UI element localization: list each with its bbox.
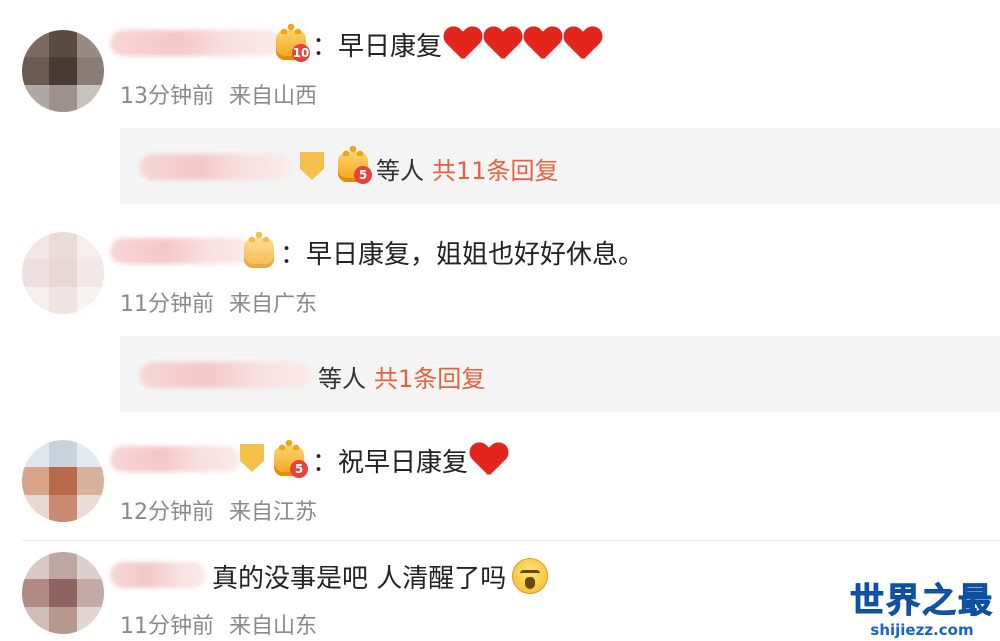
member-crown-icon: 5: [338, 146, 372, 184]
reply-summary-text: 等人 共1条回复: [318, 356, 485, 396]
watermark-title: 世界之最: [850, 581, 994, 622]
reply-who: 等人: [318, 364, 366, 393]
comment-text-body: 真的没事是吧 人清醒了吗: [212, 563, 507, 594]
member-crown-icon: 5: [274, 440, 308, 478]
comment-text-body: ：早日康复，姐姐也好好休息。: [280, 239, 645, 270]
comment-location: 来自江苏: [229, 500, 318, 525]
avatar[interactable]: [22, 552, 104, 634]
avatar[interactable]: [22, 232, 104, 314]
vip-shield-icon: [300, 152, 324, 180]
comment-location: 来自山东: [229, 614, 318, 639]
heart-icon: [444, 27, 482, 61]
comment-text: ：早日康复: [312, 24, 602, 64]
level-badge: 5: [290, 460, 308, 478]
level-badge: 10: [292, 44, 310, 62]
reply-user-blurred: [140, 154, 290, 180]
reply-count-link[interactable]: 共11条回复: [432, 151, 559, 186]
username-blurred[interactable]: [110, 446, 240, 472]
comment-time: 13分钟前: [120, 84, 214, 109]
comment-location: 来自广东: [229, 292, 318, 317]
level-badge: 5: [354, 166, 372, 184]
comment-text: ：祝早日康复: [312, 440, 508, 480]
reply-count-link[interactable]: 共1条回复: [374, 359, 485, 394]
divider: [22, 540, 1000, 541]
comment-meta: 11分钟前 来自山东: [120, 608, 317, 640]
comment-text: 真的没事是吧 人清醒了吗: [212, 556, 549, 596]
heart-icon: [470, 443, 508, 477]
comment-text: ：早日康复，姐姐也好好休息。: [280, 232, 644, 272]
username-blurred[interactable]: [110, 30, 280, 56]
comment-meta: 13分钟前 来自山西: [120, 78, 317, 110]
comment-time: 12分钟前: [120, 500, 214, 525]
reply-summary[interactable]: 等人 共1条回复: [120, 336, 1000, 412]
watermark-logo: 世界之最 shijiezz.com: [850, 581, 994, 640]
heart-icon: [564, 27, 602, 61]
comment-time: 11分钟前: [120, 614, 214, 639]
reply-summary[interactable]: 5 等人 共11条回复: [120, 128, 1000, 204]
username-blurred[interactable]: [110, 238, 250, 264]
username-blurred[interactable]: [110, 562, 206, 588]
comment-time: 11分钟前: [120, 292, 214, 317]
reply-user-blurred: [140, 362, 310, 388]
reply-summary-text: 等人 共11条回复: [376, 148, 559, 188]
member-crown-icon: [244, 232, 274, 268]
comment-location: 来自山西: [229, 84, 318, 109]
heart-icon: [484, 27, 522, 61]
reply-who: 等人: [376, 156, 424, 185]
comment-meta: 11分钟前 来自广东: [120, 286, 317, 318]
member-crown-icon: 10: [276, 24, 310, 62]
crying-face-icon: [512, 558, 549, 594]
heart-icon: [524, 27, 562, 61]
watermark-url: shijiezz.com: [870, 621, 974, 639]
comment-meta: 12分钟前 来自江苏: [120, 494, 317, 526]
comment-text-body: ：祝早日康复: [312, 447, 469, 478]
comment-text-body: ：早日康复: [312, 31, 443, 62]
avatar[interactable]: [22, 30, 104, 112]
avatar[interactable]: [22, 440, 104, 522]
vip-shield-icon: [240, 444, 264, 472]
